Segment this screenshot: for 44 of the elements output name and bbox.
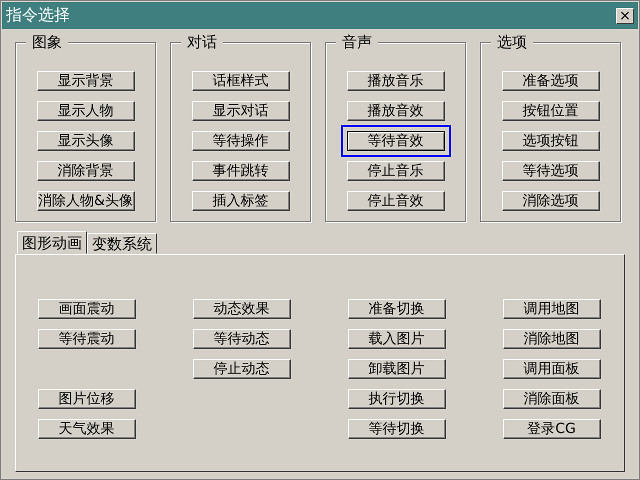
- command-button[interactable]: 等待切换: [348, 419, 446, 439]
- tab[interactable]: 图形动画: [17, 231, 87, 254]
- command-button[interactable]: 等待动态: [192, 329, 290, 349]
- group-title: 音声: [336, 33, 378, 52]
- command-button[interactable]: 话框样式: [192, 71, 290, 91]
- command-button[interactable]: 执行切换: [348, 389, 446, 409]
- command-button[interactable]: 画面震动: [38, 299, 136, 319]
- command-button[interactable]: 图片位移: [38, 389, 136, 409]
- command-button[interactable]: 选项按钮: [502, 131, 600, 151]
- command-button[interactable]: 消除人物&头像: [36, 191, 134, 211]
- window-title: 指令选择: [6, 5, 70, 26]
- command-button[interactable]: 停止音效: [346, 191, 444, 211]
- command-button[interactable]: 消除地图: [502, 329, 600, 349]
- command-button[interactable]: 卸载图片: [348, 359, 446, 379]
- command-button[interactable]: 显示对话: [192, 101, 290, 121]
- command-button[interactable]: 动态效果: [192, 299, 290, 319]
- group-title: 对话: [181, 33, 223, 52]
- command-button[interactable]: 消除选项: [502, 191, 600, 211]
- command-button[interactable]: 调用面板: [502, 359, 600, 379]
- command-button[interactable]: 登录CG: [502, 419, 600, 439]
- command-button[interactable]: 载入图片: [348, 329, 446, 349]
- command-button[interactable]: 插入标签: [192, 191, 290, 211]
- command-button[interactable]: 等待选项: [502, 161, 600, 181]
- command-button[interactable]: 准备切换: [348, 299, 446, 319]
- group-title: 图象: [26, 33, 68, 52]
- command-button[interactable]: 停止动态: [192, 359, 290, 379]
- group-title: 选项: [491, 33, 533, 52]
- command-button[interactable]: 显示头像: [36, 131, 134, 151]
- command-button[interactable]: 天气效果: [38, 419, 136, 439]
- command-button[interactable]: 显示人物: [36, 101, 134, 121]
- command-button[interactable]: 消除面板: [502, 389, 600, 409]
- command-button[interactable]: 准备选项: [502, 71, 600, 91]
- command-button[interactable]: 事件跳转: [192, 161, 290, 181]
- command-button[interactable]: 停止音乐: [346, 161, 444, 181]
- command-button[interactable]: 调用地图: [502, 299, 600, 319]
- close-button[interactable]: ×: [616, 8, 634, 24]
- command-button[interactable]: 消除背景: [36, 161, 134, 181]
- command-button[interactable]: 等待操作: [192, 131, 290, 151]
- command-button[interactable]: 按钮位置: [502, 101, 600, 121]
- command-button[interactable]: 播放音效: [346, 101, 444, 121]
- command-button[interactable]: 播放音乐: [346, 71, 444, 91]
- command-button[interactable]: 显示背景: [36, 71, 134, 91]
- tab[interactable]: 变数系统: [87, 233, 157, 254]
- command-button[interactable]: 等待震动: [38, 329, 136, 349]
